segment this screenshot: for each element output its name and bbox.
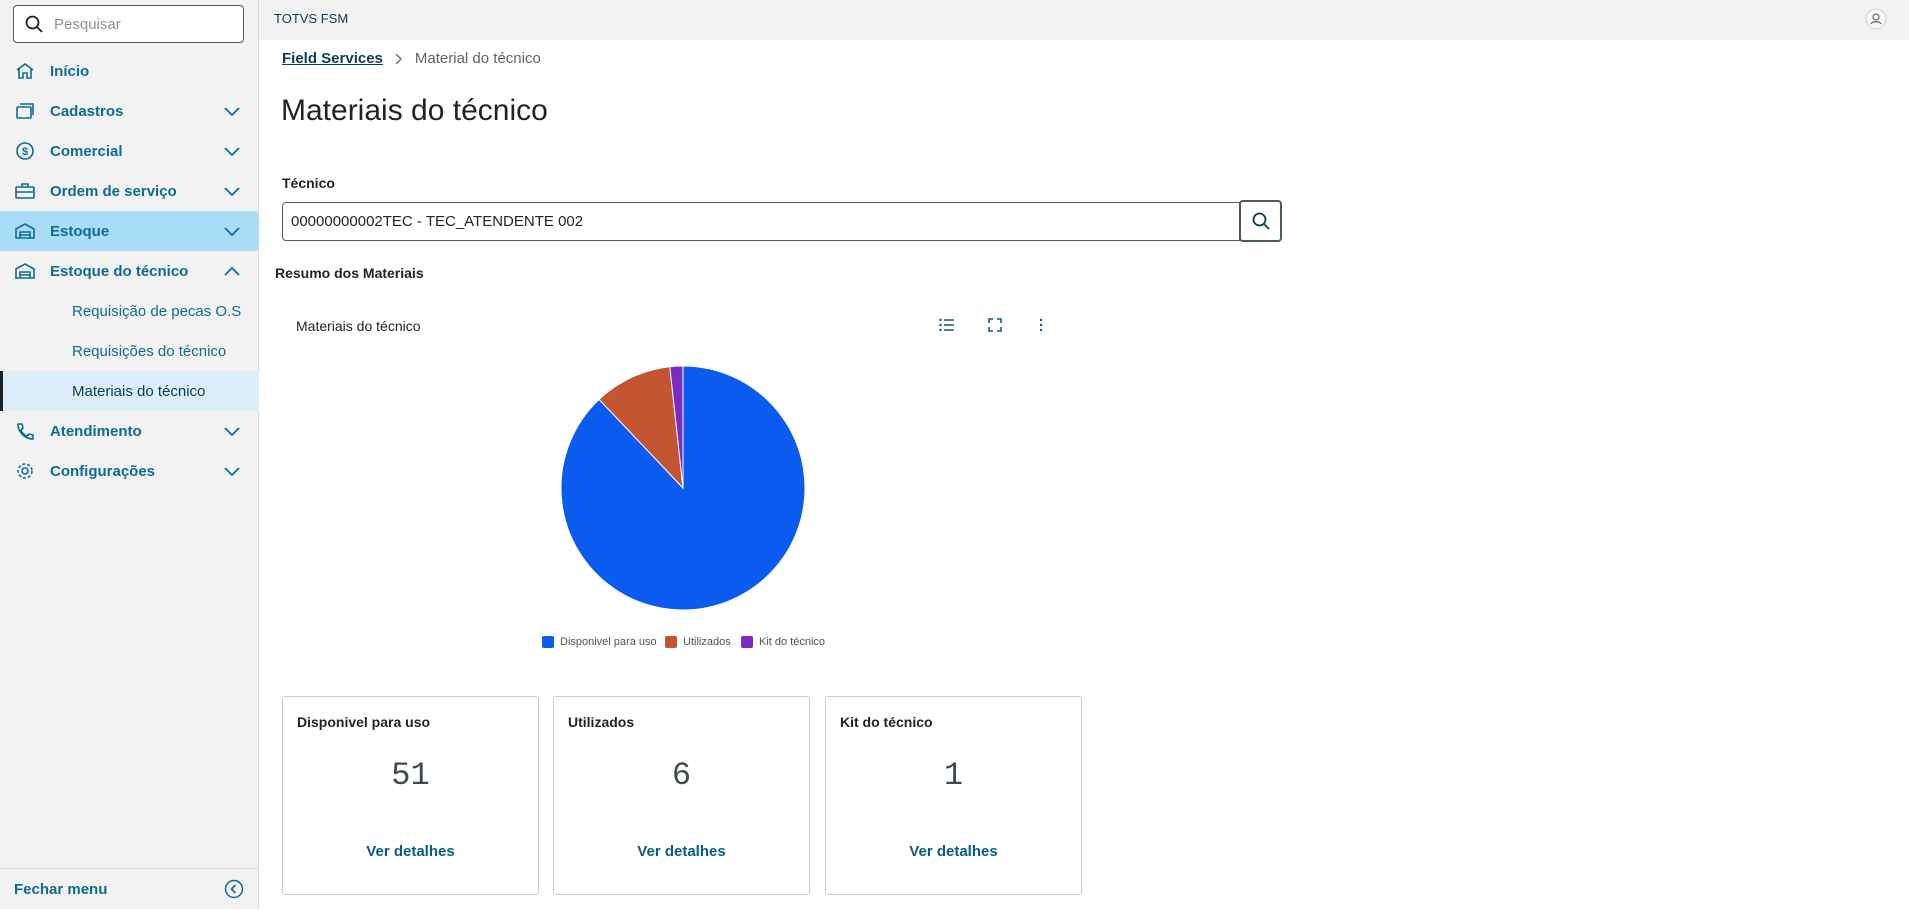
user-icon[interactable]	[1865, 8, 1887, 30]
sidebar-subitem-label: Materiais do técnico	[72, 382, 206, 400]
sidebar-item-configuracoes[interactable]: Configurações	[0, 451, 259, 491]
sidebar-subitem-requisicao-pecas[interactable]: Requisição de pecas O.S	[0, 291, 259, 331]
cards-icon	[16, 103, 34, 119]
search-icon	[25, 15, 43, 33]
sidebar-subitem-label: Requisição de pecas O.S	[72, 302, 242, 320]
briefcase-icon	[15, 183, 35, 199]
summary-card-disponivel: Disponivel para uso 51 Ver detalhes	[282, 696, 539, 895]
card-value: 51	[391, 757, 430, 794]
legend-label: Utilizados	[683, 636, 731, 648]
svg-text:$: $	[22, 146, 28, 158]
close-menu-label: Fechar menu	[14, 881, 108, 898]
warehouse-icon	[15, 263, 35, 279]
close-menu-button[interactable]: Fechar menu	[0, 868, 258, 910]
top-bar: TOTVS FSM	[259, 0, 1909, 40]
sidebar-item-label: Início	[50, 62, 90, 80]
sidebar-item-cadastros[interactable]: Cadastros	[0, 91, 259, 131]
sidebar: Início Cadastros $ Comercial Ordem de se…	[0, 0, 259, 909]
pie-chart	[560, 365, 806, 611]
breadcrumb: Field Services Material do técnico	[282, 50, 541, 67]
chevron-down-icon	[224, 427, 240, 437]
sidebar-item-ordem-de-servico[interactable]: Ordem de serviço	[0, 171, 259, 211]
card-details-link[interactable]: Ver detalhes	[554, 843, 809, 860]
summary-card-kit: Kit do técnico 1 Ver detalhes	[825, 696, 1082, 895]
card-details-link[interactable]: Ver detalhes	[826, 843, 1081, 860]
dollar-icon: $	[16, 142, 34, 160]
legend-swatch	[542, 636, 554, 648]
chevron-down-icon	[224, 107, 240, 117]
search-box[interactable]	[13, 5, 244, 43]
chevron-right-icon	[395, 52, 402, 65]
chevron-down-icon	[224, 467, 240, 477]
sidebar-item-label: Configurações	[50, 462, 156, 480]
breadcrumb-current: Material do técnico	[414, 50, 541, 67]
chevron-down-icon	[224, 227, 240, 237]
card-value: 1	[943, 757, 964, 794]
app-name: TOTVS FSM	[274, 11, 349, 26]
card-title: Kit do técnico	[840, 714, 933, 730]
fullscreen-icon[interactable]	[988, 318, 1002, 332]
sidebar-item-label: Estoque	[50, 222, 110, 240]
sidebar-item-label: Comercial	[50, 142, 123, 160]
card-title: Utilizados	[568, 714, 635, 730]
home-icon	[16, 63, 34, 79]
sidebar-item-comercial[interactable]: $ Comercial	[0, 131, 259, 171]
card-details-link[interactable]: Ver detalhes	[283, 843, 538, 860]
card-value: 6	[671, 757, 692, 794]
sidebar-item-atendimento[interactable]: Atendimento	[0, 411, 259, 451]
sidebar-item-label: Ordem de serviço	[50, 182, 177, 200]
legend-label: Kit do técnico	[759, 636, 826, 648]
chevron-left-circle-icon[interactable]	[224, 879, 244, 899]
side-menu: Início Cadastros $ Comercial Ordem de se…	[0, 51, 259, 491]
summary-card-utilizados: Utilizados 6 Ver detalhes	[553, 696, 810, 895]
sidebar-item-label: Estoque do técnico	[50, 262, 189, 280]
gear-icon	[17, 463, 33, 479]
legend-label: Disponivel para uso	[560, 636, 657, 648]
tecnico-search-button[interactable]	[1239, 200, 1282, 242]
legend-swatch	[665, 636, 677, 648]
sidebar-item-estoque-do-tecnico[interactable]: Estoque do técnico	[0, 251, 259, 291]
sidebar-item-label: Cadastros	[50, 102, 124, 120]
more-options-icon[interactable]	[1039, 318, 1043, 332]
breadcrumb-root-link[interactable]: Field Services	[282, 50, 383, 67]
sidebar-item-label: Atendimento	[50, 422, 142, 440]
search-icon	[1252, 212, 1270, 230]
sidebar-item-estoque[interactable]: Estoque	[0, 211, 259, 251]
chevron-down-icon	[224, 187, 240, 197]
tecnico-input[interactable]	[282, 202, 1240, 241]
section-title: Resumo dos Materiais	[275, 265, 424, 281]
legend-item-utilizados[interactable]: Utilizados	[665, 636, 731, 648]
card-title: Disponivel para uso	[297, 714, 431, 730]
chart-title: Materiais do técnico	[296, 318, 421, 334]
phone-icon	[17, 423, 34, 440]
tecnico-field-label: Técnico	[282, 175, 335, 191]
chevron-up-icon	[224, 266, 240, 276]
chevron-down-icon	[224, 147, 240, 157]
page-title: Materiais do técnico	[281, 94, 548, 127]
list-icon[interactable]	[939, 318, 955, 332]
legend-item-disponivel[interactable]: Disponivel para uso	[542, 636, 657, 648]
sidebar-subitem-materiais-tecnico[interactable]: Materiais do técnico	[0, 371, 259, 411]
sidebar-subitem-requisicoes-tecnico[interactable]: Requisições do técnico	[0, 331, 259, 371]
warehouse-icon	[15, 223, 35, 239]
sidebar-subitem-label: Requisições do técnico	[72, 342, 227, 360]
legend-item-kit[interactable]: Kit do técnico	[741, 636, 825, 648]
legend-swatch	[741, 636, 753, 648]
search-input[interactable]	[52, 14, 226, 34]
sidebar-item-inicio[interactable]: Início	[0, 51, 259, 91]
